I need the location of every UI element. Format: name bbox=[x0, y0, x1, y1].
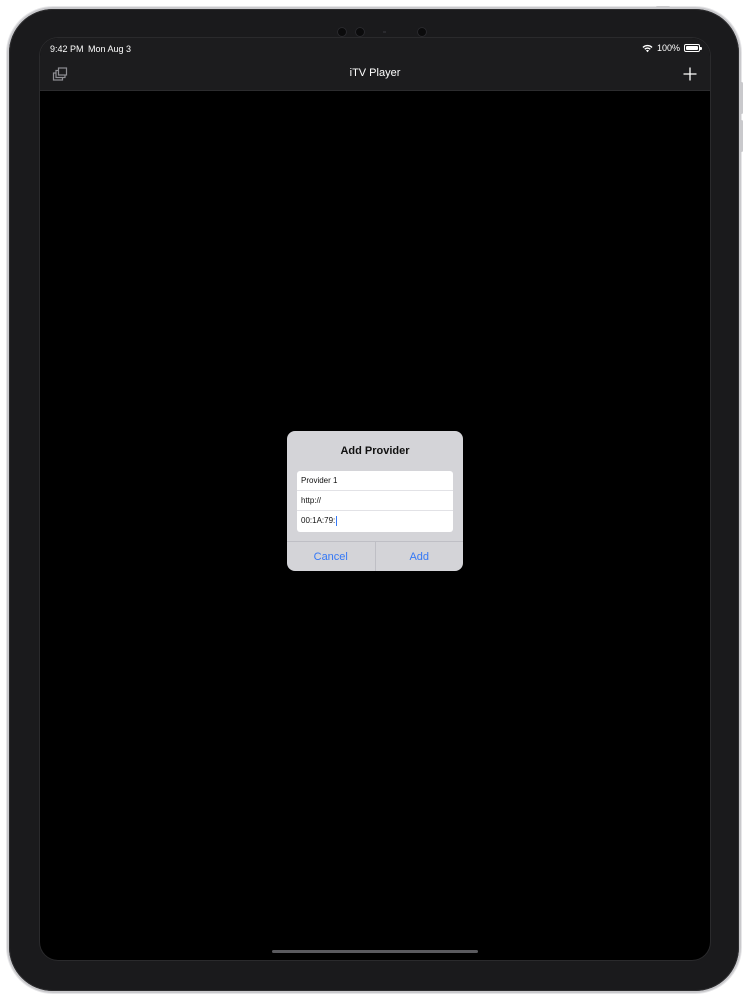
plus-icon[interactable] bbox=[682, 66, 698, 82]
alert-field-group: Provider 1 http:// 00:1A:79: bbox=[297, 471, 453, 532]
status-time: 9:42 PM bbox=[50, 44, 84, 54]
mac-address-field[interactable]: 00:1A:79: bbox=[297, 511, 453, 531]
status-date: Mon Aug 3 bbox=[88, 44, 132, 54]
home-indicator[interactable] bbox=[272, 950, 478, 953]
sensor-icon bbox=[337, 27, 347, 37]
sensor-dot-icon bbox=[383, 31, 386, 33]
navigation-bar: iTV Player bbox=[40, 60, 710, 91]
battery-percent: 100% bbox=[656, 43, 680, 53]
volume-down-button bbox=[740, 120, 743, 152]
status-indicators: 100% bbox=[642, 43, 702, 53]
provider-url-value: http:// bbox=[301, 496, 322, 505]
cancel-button[interactable]: Cancel bbox=[287, 542, 375, 571]
page: 9:42 PM Mon Aug 3 100% iTV Player Add Pr… bbox=[0, 0, 750, 1000]
nav-title: iTV Player bbox=[349, 67, 401, 79]
mac-address-value: 00:1A:79: bbox=[301, 516, 336, 525]
volume-up-button bbox=[740, 82, 743, 114]
provider-url-field[interactable]: http:// bbox=[297, 491, 453, 511]
provider-name-field[interactable]: Provider 1 bbox=[297, 471, 453, 491]
battery-icon bbox=[684, 44, 702, 52]
add-button[interactable]: Add bbox=[374, 542, 464, 571]
top-button bbox=[656, 6, 670, 9]
alert-actions: Cancel Add bbox=[287, 541, 463, 571]
alert-title: Add Provider bbox=[340, 445, 410, 457]
text-cursor bbox=[336, 515, 338, 526]
provider-name-value: Provider 1 bbox=[301, 476, 338, 485]
add-provider-alert: Add Provider Provider 1 http:// 00:1A:79… bbox=[287, 431, 463, 571]
sensor-icon bbox=[417, 27, 427, 37]
wifi-icon bbox=[642, 44, 653, 52]
status-bar: 9:42 PM Mon Aug 3 100% bbox=[40, 38, 710, 60]
screen: 9:42 PM Mon Aug 3 100% iTV Player Add Pr… bbox=[40, 38, 710, 960]
camera-icon bbox=[355, 27, 365, 37]
